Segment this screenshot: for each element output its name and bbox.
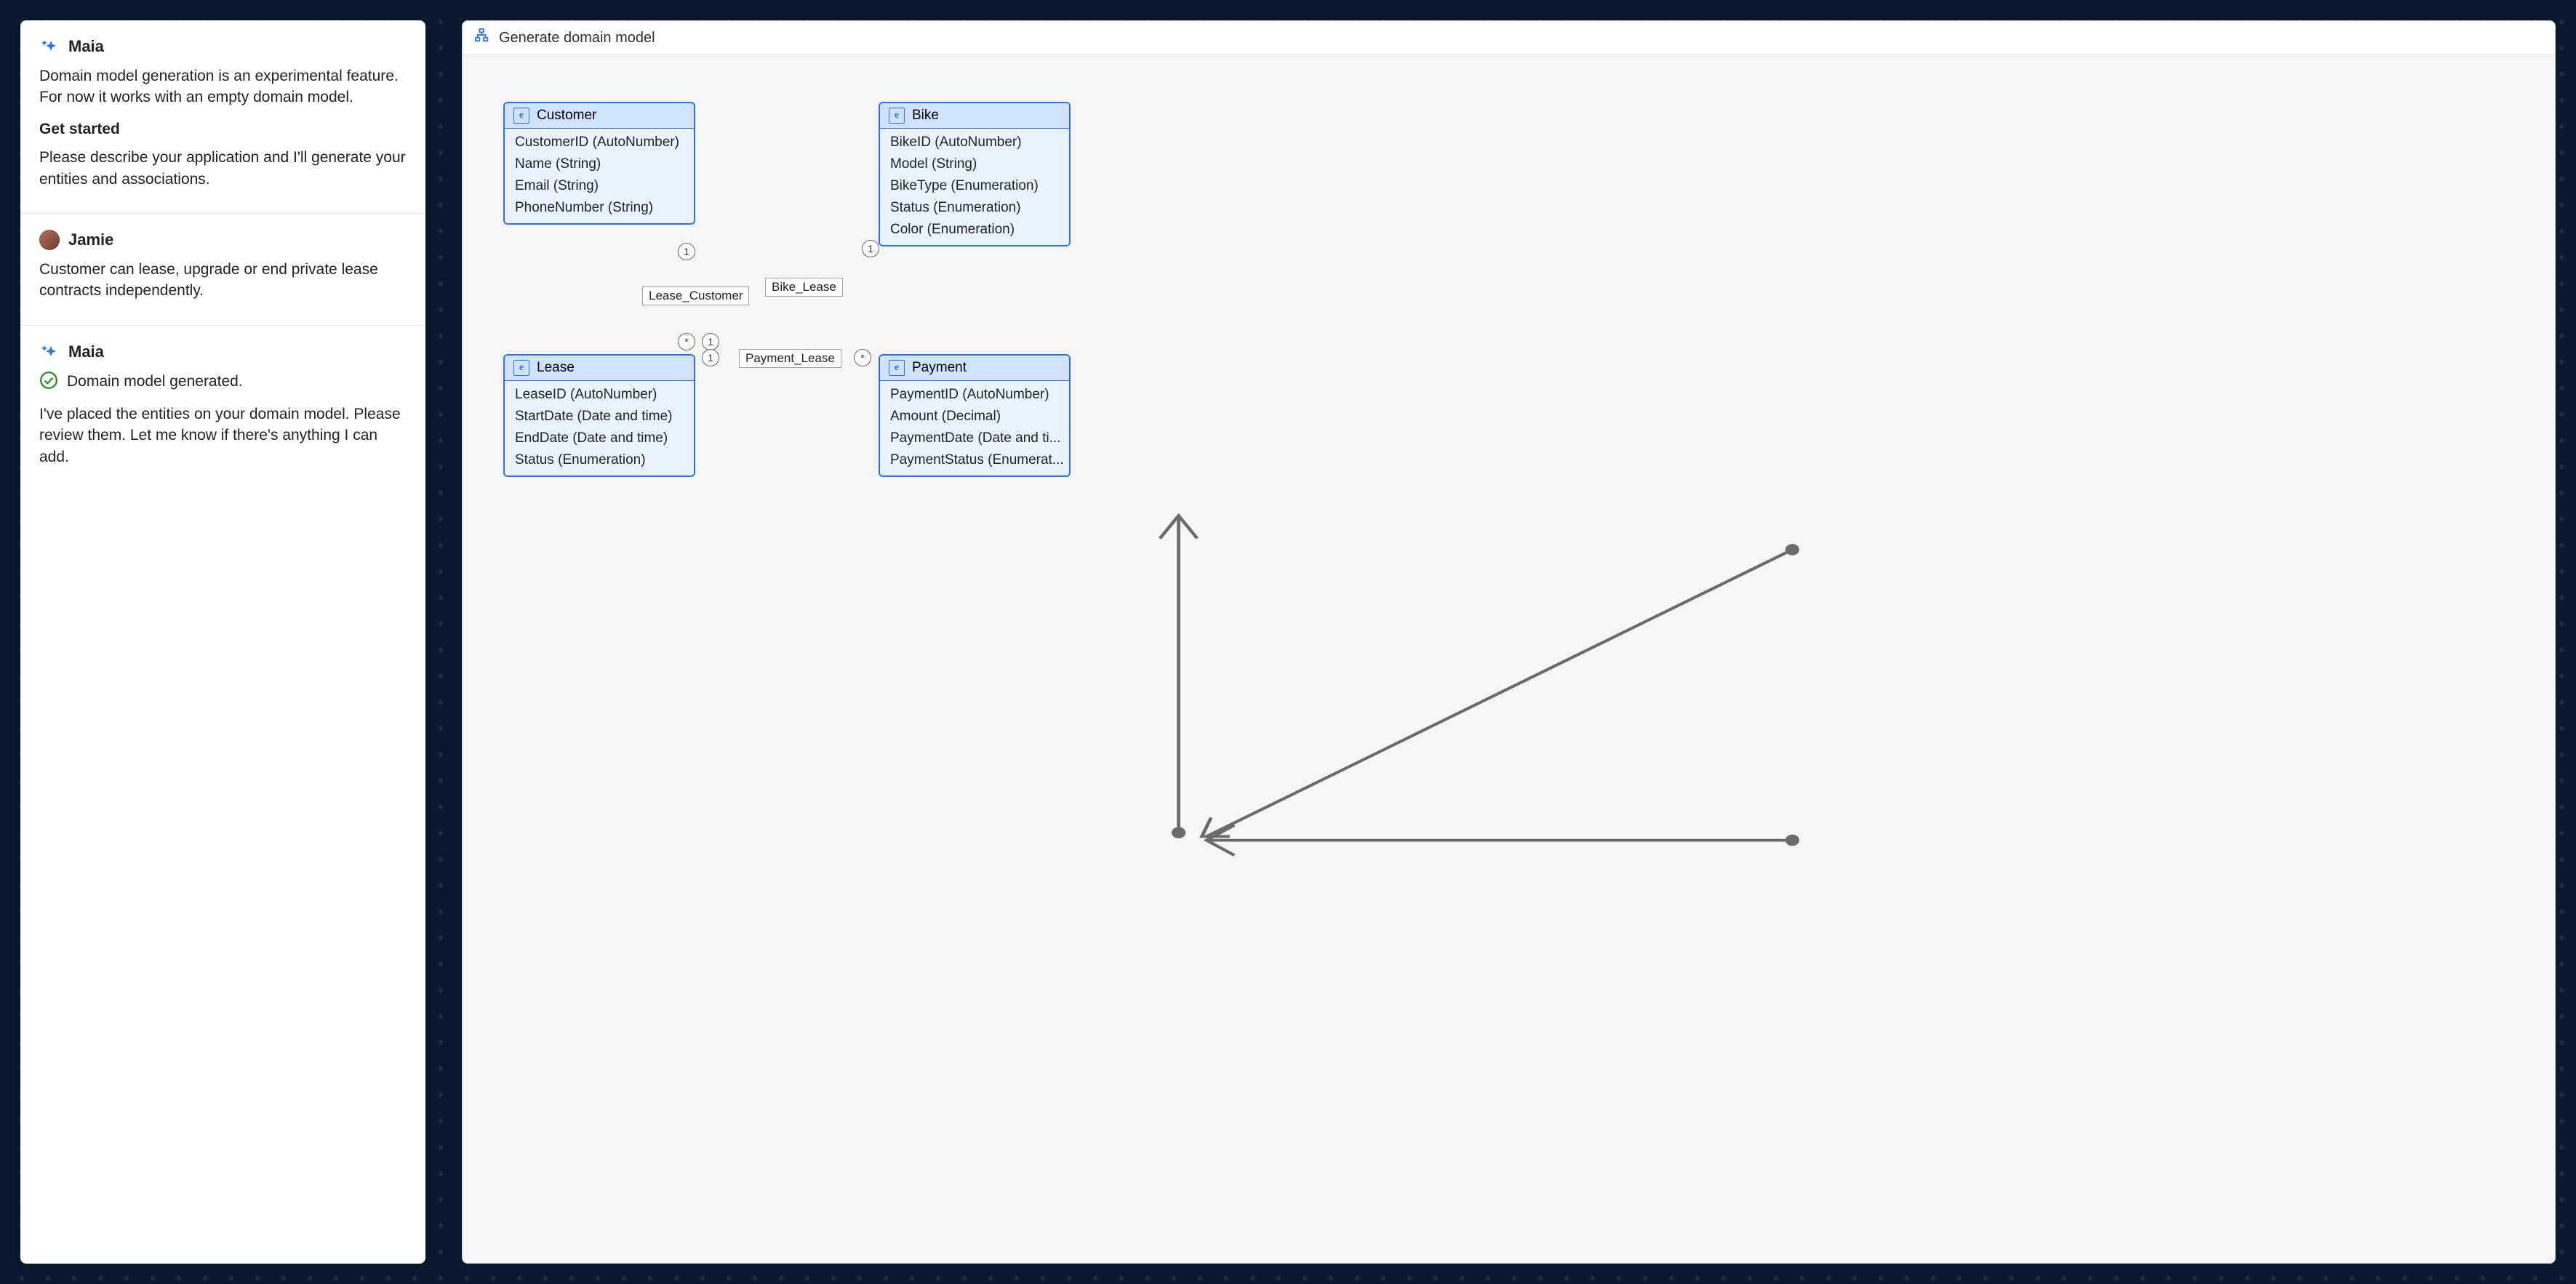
author-name: Jamie xyxy=(68,230,113,249)
entity-attribute: Email (String) xyxy=(505,175,694,197)
cardinality-badge: 1 xyxy=(678,243,695,260)
entity-attribute: Name (String) xyxy=(505,153,694,175)
hierarchy-sparkle-icon xyxy=(474,28,490,48)
entity-icon: e xyxy=(513,108,529,124)
chat-message-maia-result: Maia Domain model generated. I've placed… xyxy=(20,326,425,491)
entity-icon: e xyxy=(513,360,529,376)
entity-attribute: EndDate (Date and time) xyxy=(505,428,694,449)
author-name: Maia xyxy=(68,37,104,56)
entity-attribute: PaymentID (AutoNumber) xyxy=(880,381,1069,406)
diagram-connectors xyxy=(463,55,2555,1263)
diagram-canvas[interactable]: e Customer CustomerID (AutoNumber) Name … xyxy=(463,55,2555,1263)
message-subheading: Get started xyxy=(39,119,407,140)
author-name: Maia xyxy=(68,342,104,361)
chat-message-user: Jamie Customer can lease, upgrade or end… xyxy=(20,214,425,326)
entity-attribute: PhoneNumber (String) xyxy=(505,197,694,223)
association-label-lease-customer[interactable]: Lease_Customer xyxy=(642,286,749,305)
entity-name: Lease xyxy=(537,360,575,376)
entity-attribute: StartDate (Date and time) xyxy=(505,406,694,428)
entity-icon: e xyxy=(889,360,905,376)
checkmark-circle-icon xyxy=(39,371,58,393)
association-label-payment-lease[interactable]: Payment_Lease xyxy=(739,349,841,368)
cardinality-badge: * xyxy=(854,349,871,366)
association-label-bike-lease[interactable]: Bike_Lease xyxy=(765,278,843,297)
entity-bike[interactable]: e Bike BikeID (AutoNumber) Model (String… xyxy=(879,102,1071,246)
diagram-title: Generate domain model xyxy=(499,30,655,47)
entity-name: Bike xyxy=(912,108,939,124)
entity-attribute: LeaseID (AutoNumber) xyxy=(505,381,694,406)
cardinality-badge: 1 xyxy=(862,240,879,257)
entity-attribute: Model (String) xyxy=(880,153,1069,175)
sparkle-icon xyxy=(39,36,60,57)
entity-attribute: BikeType (Enumeration) xyxy=(880,175,1069,197)
entity-name: Customer xyxy=(537,108,596,124)
diagram-panel: Generate domain model e Customer xyxy=(462,20,2556,1264)
chat-message-maia-intro: Maia Domain model generation is an exper… xyxy=(20,20,425,214)
entity-attribute: Status (Enumeration) xyxy=(880,197,1069,219)
diagram-header: Generate domain model xyxy=(463,21,2555,55)
entity-customer[interactable]: e Customer CustomerID (AutoNumber) Name … xyxy=(503,102,695,225)
message-text: Domain model generation is an experiment… xyxy=(39,65,407,108)
message-text: Customer can lease, upgrade or end priva… xyxy=(39,259,407,302)
entity-name: Payment xyxy=(912,360,967,376)
cardinality-badge: * xyxy=(678,333,695,350)
message-text: I've placed the entities on your domain … xyxy=(39,404,407,468)
message-text: Please describe your application and I'l… xyxy=(39,147,407,190)
chat-panel: Maia Domain model generation is an exper… xyxy=(20,20,425,1264)
cardinality-badge: 1 xyxy=(702,349,719,366)
entity-attribute: PaymentDate (Date and ti... xyxy=(880,428,1069,449)
user-avatar xyxy=(39,230,60,250)
entity-payment[interactable]: e Payment PaymentID (AutoNumber) Amount … xyxy=(879,354,1071,477)
entity-attribute: Status (Enumeration) xyxy=(505,449,694,476)
entity-icon: e xyxy=(889,108,905,124)
sparkle-icon xyxy=(39,342,60,362)
entity-attribute: PaymentStatus (Enumerat... xyxy=(880,449,1069,476)
entity-attribute: Color (Enumeration) xyxy=(880,219,1069,245)
entity-lease[interactable]: e Lease LeaseID (AutoNumber) StartDate (… xyxy=(503,354,695,477)
entity-attribute: CustomerID (AutoNumber) xyxy=(505,129,694,153)
entity-attribute: Amount (Decimal) xyxy=(880,406,1069,428)
entity-attribute: BikeID (AutoNumber) xyxy=(880,129,1069,153)
cardinality-badge: 1 xyxy=(702,333,719,350)
status-text: Domain model generated. xyxy=(67,373,243,390)
